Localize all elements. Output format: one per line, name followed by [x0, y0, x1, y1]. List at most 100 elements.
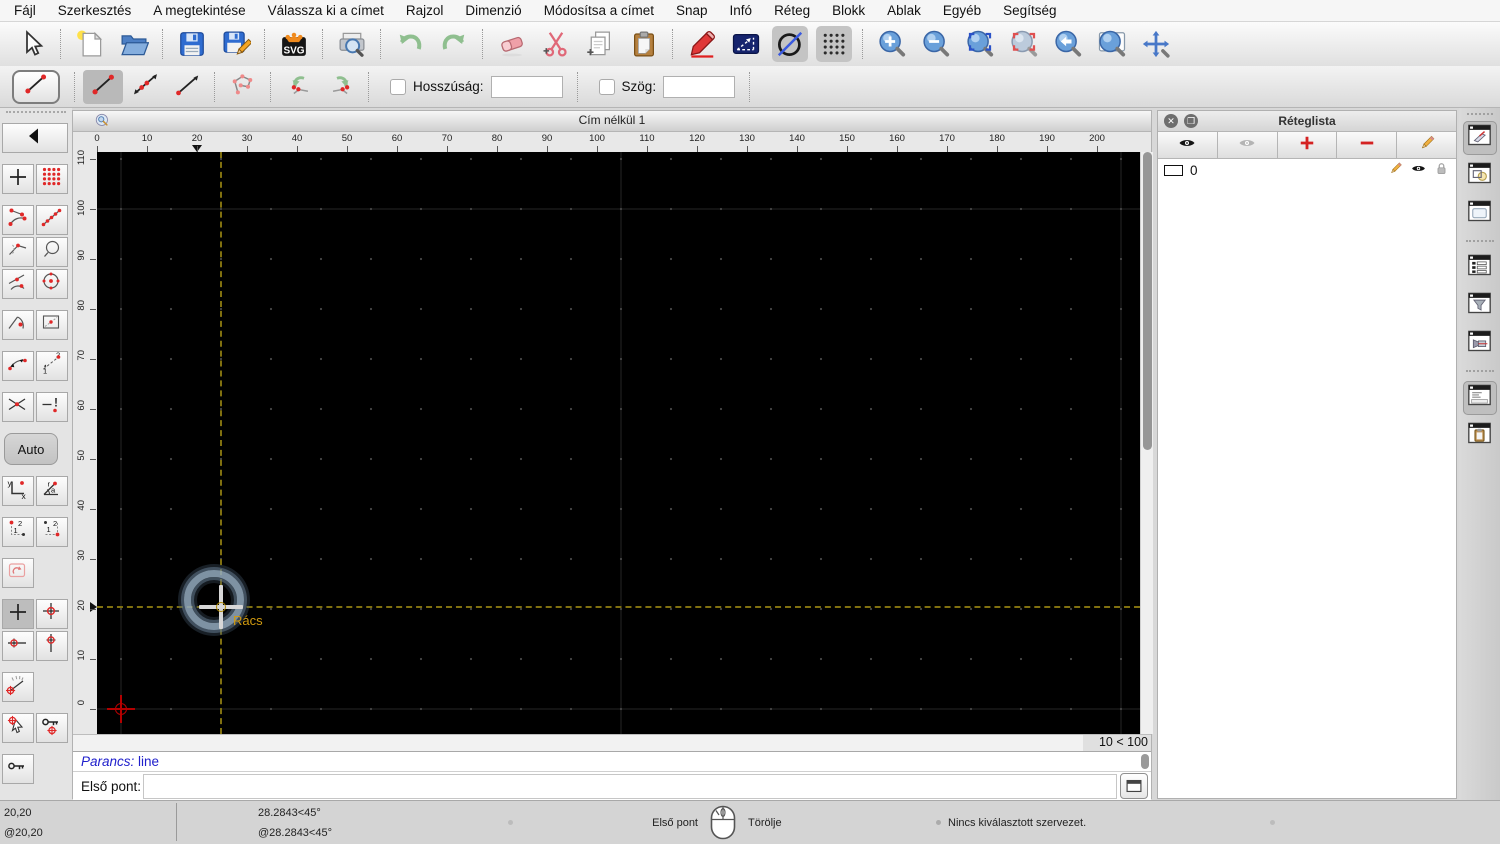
vertical-scrollbar[interactable] [1140, 152, 1153, 734]
line-infinite-button[interactable] [125, 70, 165, 104]
pencil-icon[interactable] [1381, 160, 1404, 180]
add-layer-button[interactable] [1278, 132, 1338, 158]
length-input[interactable] [490, 75, 563, 98]
coordinate-cartesian-button[interactable]: yx [2, 476, 34, 506]
snap-back-button[interactable] [2, 123, 68, 153]
restrict-orthogonal-button[interactable] [36, 310, 68, 340]
toggle-entity-filter-button[interactable] [1463, 289, 1497, 323]
paste-button[interactable] [626, 26, 662, 62]
hide-all-layers-button[interactable] [1218, 132, 1278, 158]
toggle-layer-list-button[interactable] [1462, 121, 1497, 155]
zoom-in-button[interactable] [874, 26, 910, 62]
pointer-tool-button[interactable] [14, 26, 50, 62]
menu-ablak[interactable]: Ablak [887, 3, 921, 18]
snap-distance-button[interactable] [2, 351, 34, 381]
snap-entity-select-button[interactable] [36, 237, 68, 267]
line-two-points-button[interactable] [83, 69, 123, 104]
polyline-button[interactable] [223, 70, 263, 104]
delete-button[interactable] [494, 26, 530, 62]
selection-button[interactable] [728, 26, 764, 62]
zoom-previous-button[interactable] [1050, 26, 1086, 62]
corner-point-1-button[interactable]: 12 [2, 517, 34, 547]
open-drawing-button[interactable] [116, 26, 152, 62]
pick-relative-zero-button[interactable] [2, 713, 34, 743]
export-svg-button[interactable]: SVG [276, 26, 312, 62]
dock-strip-drag-handle[interactable] [1466, 113, 1493, 115]
snap-center-button[interactable] [36, 269, 68, 299]
coordinate-polar-button[interactable]: ra [36, 476, 68, 506]
restrict-none-crosshair-button[interactable] [36, 599, 68, 629]
eye-icon[interactable] [1404, 160, 1427, 180]
toggle-library-browser-button[interactable] [1463, 197, 1497, 231]
drawing-canvas[interactable]: Rács [97, 152, 1140, 734]
angle-input[interactable] [663, 75, 736, 98]
line-ray-button[interactable] [167, 70, 207, 104]
menu-a-megtekint-se[interactable]: A megtekintése [153, 3, 245, 18]
menu-snap[interactable]: Snap [676, 3, 708, 18]
corner-point-2-button[interactable]: 12 [36, 517, 68, 547]
snap-grid-button[interactable] [36, 164, 68, 194]
zoom-out-button[interactable] [918, 26, 954, 62]
zoom-window-button[interactable] [1094, 26, 1130, 62]
remove-layer-button[interactable] [1337, 132, 1398, 158]
save-button[interactable] [174, 26, 210, 62]
length-checkbox[interactable] [390, 78, 406, 95]
menu-blokk[interactable]: Blokk [832, 3, 865, 18]
snap-middle-button[interactable] [2, 237, 34, 267]
toggle-command-widget-button[interactable] [1462, 381, 1497, 415]
restrict-vertical-button[interactable] [36, 631, 68, 661]
snap-intersection-manual-button[interactable]: ! [36, 392, 68, 422]
redo-button[interactable] [436, 26, 472, 62]
snap-tangent-button[interactable] [2, 269, 34, 299]
snap-distance-manual-button[interactable]: 12 [36, 350, 68, 381]
menu-rajzol[interactable]: Rajzol [406, 3, 444, 18]
snap-endpoints-button[interactable] [2, 205, 34, 235]
show-all-layers-button[interactable] [1158, 132, 1218, 158]
print-preview-button[interactable] [334, 26, 370, 62]
edit-layer-button[interactable] [1397, 132, 1456, 158]
detach-command-window-button[interactable] [1120, 773, 1148, 799]
menu-inf-[interactable]: Infó [730, 3, 753, 18]
restrict-horizontal-button[interactable] [2, 631, 34, 661]
snap-on-entity-button[interactable] [2, 310, 34, 340]
horizontal-scrollbar[interactable]: 10 < 100 [73, 734, 1151, 751]
layer-panel-titlebar[interactable]: ✕ ❐ Réteglista [1158, 111, 1456, 132]
menu-szerkeszt-s[interactable]: Szerkesztés [58, 3, 132, 18]
menu-r-teg[interactable]: Réteg [774, 3, 810, 18]
pan-button[interactable] [1138, 26, 1174, 62]
vertical-scrollbar-thumb[interactable] [1143, 152, 1152, 450]
undo-button[interactable] [392, 26, 428, 62]
menu-f-jl[interactable]: Fájl [14, 3, 36, 18]
zoom-selection-button[interactable] [1006, 26, 1042, 62]
toggle-entity-list-button[interactable] [1463, 251, 1497, 285]
redo-segment-button[interactable] [321, 70, 361, 104]
zoom-auto-button[interactable] [962, 26, 998, 62]
lock-relative-zero-button[interactable] [36, 713, 68, 743]
unlock-relative-zero-button[interactable] [2, 754, 34, 784]
command-history-scrollbar[interactable] [1141, 754, 1149, 769]
undo-segment-button[interactable] [279, 70, 319, 104]
menu-dimenzi-[interactable]: Dimenzió [465, 3, 521, 18]
snap-auto-button[interactable]: Auto [4, 433, 58, 465]
command-input[interactable] [143, 773, 1117, 799]
snap-intersection-button[interactable] [2, 392, 34, 422]
toggle-block-list-button[interactable] [1463, 159, 1497, 193]
toggle-named-views-button[interactable] [1463, 327, 1497, 361]
restrict-nothing-button[interactable] [2, 599, 34, 629]
lock-icon[interactable] [1427, 160, 1450, 180]
menu-egy-b[interactable]: Egyéb [943, 3, 981, 18]
toggle-clipboard-button[interactable] [1463, 419, 1497, 453]
menu-v-lassza-ki-a-c-met[interactable]: Válassza ki a címet [268, 3, 384, 18]
copy-button[interactable] [582, 26, 618, 62]
angle-checkbox[interactable] [598, 78, 615, 95]
save-as-button[interactable] [218, 26, 254, 62]
cut-button[interactable] [538, 26, 574, 62]
snap-free-button[interactable] [2, 164, 34, 194]
menu-m-dos-tsa-a-c-met[interactable]: Módosítsa a címet [544, 3, 654, 18]
sidebar-drag-handle[interactable] [6, 111, 66, 121]
grid-toggle-button[interactable] [816, 26, 852, 62]
snap-points-button[interactable] [36, 205, 68, 235]
snap-angle-button[interactable] [2, 672, 34, 702]
set-relative-zero-button[interactable] [2, 558, 34, 588]
menu-seg-ts-g[interactable]: Segítség [1003, 3, 1056, 18]
